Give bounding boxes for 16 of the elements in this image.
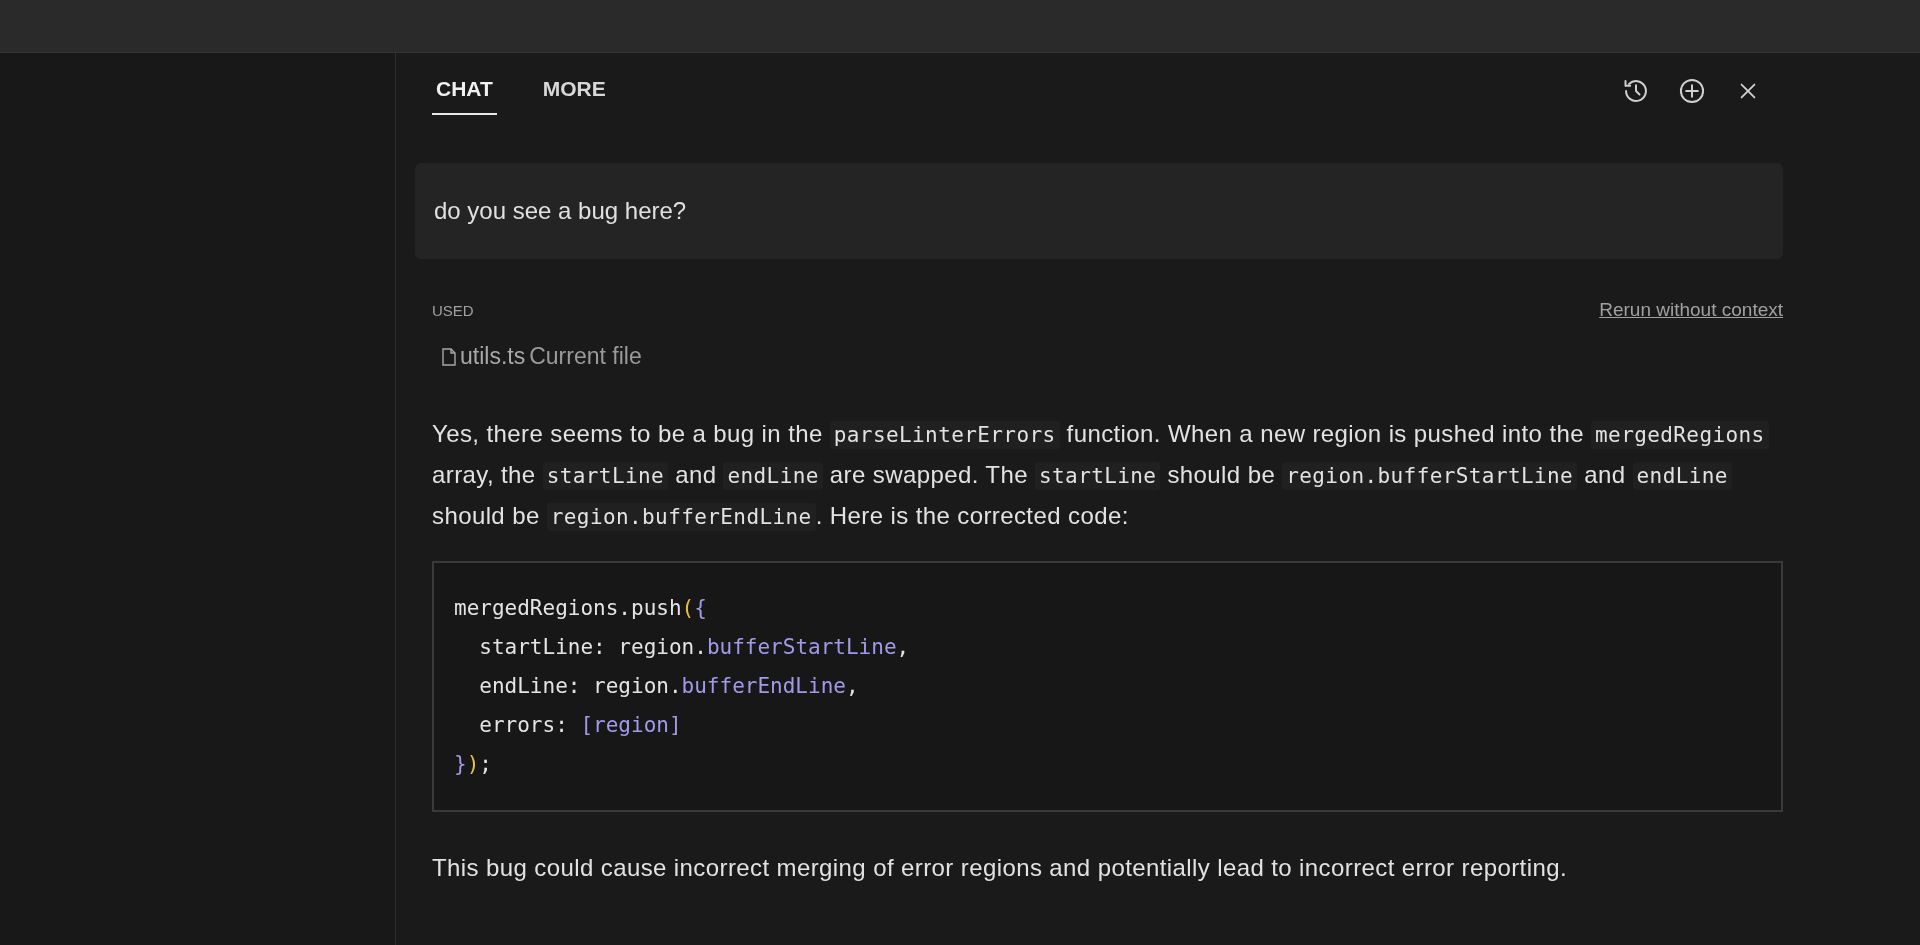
rerun-link[interactable]: Rerun without context [1599,299,1783,321]
answer-paragraph: Yes, there seems to be a bug in the parseLinterErrors function. When a new region is pushed into the mergedRegions array, the startLine and endLine are swapped. The startLine should be region.bufferStartLine and endLine should be region.bufferEndLine . Here is the corrected code: [432,414,1783,537]
file-name[interactable]: utils.ts [460,343,526,370]
code-line: mergedRegions.push({ [454,595,707,622]
code-line: errors: [region] [478,712,682,739]
new-chat-icon[interactable] [1677,76,1707,106]
code-line: endLine: region.bufferEndLine, [478,673,859,700]
answer-paragraph: This bug could cause incorrect merging of error regions and potentially lead to incorrect error reporting. [432,854,1568,882]
code-line: startLine: region.bufferStartLine, [478,634,910,661]
context-label: USED [432,301,474,319]
panel-tab[interactable]: MORE [538,67,610,115]
code-line: }); [454,751,492,778]
file-note: Current file [529,343,642,370]
file-icon [442,347,456,366]
panel-tab[interactable]: CHAT [432,67,497,115]
user-message: do you see a bug here? [415,163,1783,259]
